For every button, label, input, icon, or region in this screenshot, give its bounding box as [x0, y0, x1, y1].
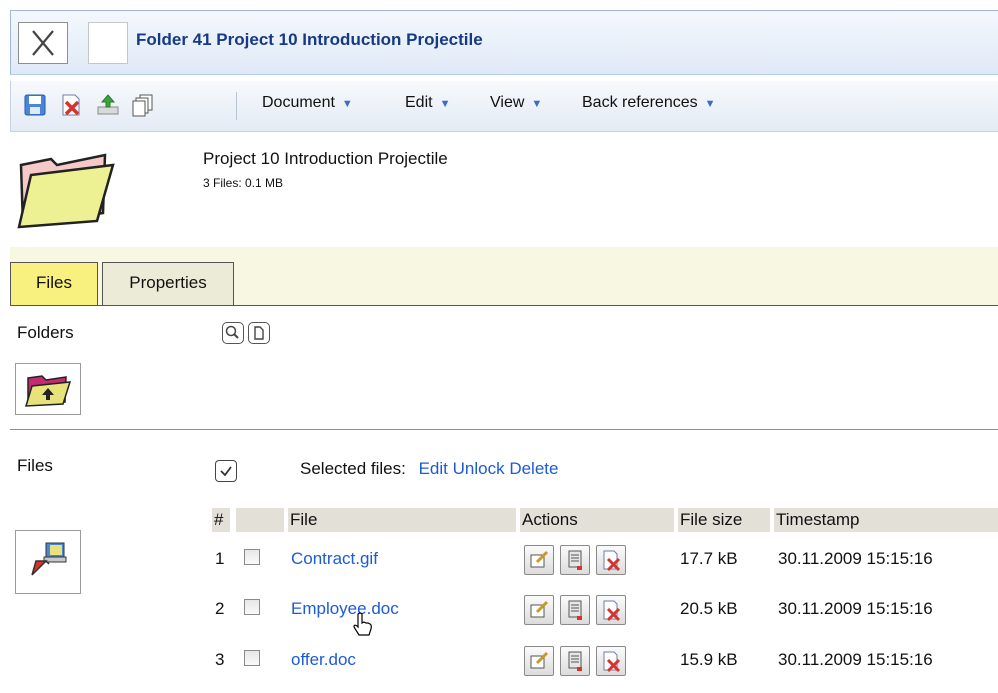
selected-files-bar: Selected files: Edit Unlock Delete — [300, 459, 558, 479]
delete-icon — [603, 550, 621, 572]
menu-view[interactable]: View ▼ — [490, 94, 542, 112]
file-timestamp: 30.11.2009 15:15:16 — [778, 599, 933, 618]
delete-button[interactable] — [58, 92, 84, 118]
row-checkbox[interactable] — [244, 650, 260, 666]
select-all-toggle[interactable] — [215, 460, 237, 482]
chevron-down-icon: ▼ — [439, 98, 451, 110]
menu-view-label: View — [490, 94, 525, 111]
edit-selected-link[interactable]: Edit — [419, 459, 448, 478]
upload-button[interactable] — [95, 92, 121, 118]
delete-file-button[interactable] — [596, 545, 626, 575]
edit-file-button[interactable] — [524, 545, 554, 575]
save-icon — [24, 94, 46, 116]
history-icon — [568, 550, 582, 570]
delete-selected-link[interactable]: Delete — [509, 459, 558, 478]
file-size: 15.9 kB — [680, 650, 738, 669]
column-header-file-size[interactable]: File size — [678, 508, 770, 532]
menu-document-label: Document — [262, 94, 335, 111]
unlock-selected-link[interactable]: Unlock — [453, 459, 505, 478]
upload-icon — [97, 94, 119, 115]
edit-icon — [530, 600, 549, 618]
menu-back-references[interactable]: Back references ▼ — [582, 94, 716, 112]
search-icon — [225, 325, 239, 339]
selected-files-label: Selected files: — [300, 459, 406, 478]
file-size: 17.7 kB — [680, 549, 738, 568]
edit-file-button[interactable] — [524, 646, 554, 676]
new-folder-button[interactable] — [248, 322, 270, 344]
history-file-button[interactable] — [560, 646, 590, 676]
search-folder-button[interactable] — [222, 322, 244, 344]
delete-file-button[interactable] — [596, 646, 626, 676]
folder-up-icon — [24, 375, 72, 407]
row-number: 1 — [215, 549, 225, 568]
edit-icon — [530, 651, 549, 669]
tab-underline — [10, 305, 998, 306]
file-size: 20.5 kB — [680, 599, 738, 618]
menu-document[interactable]: Document ▼ — [262, 94, 353, 112]
file-link[interactable]: offer.doc — [291, 650, 356, 670]
copy-icon — [132, 94, 153, 117]
row-checkbox[interactable] — [244, 599, 260, 615]
copy-button[interactable] — [130, 92, 156, 118]
delete-icon — [603, 600, 621, 622]
title-blank-box — [88, 22, 128, 64]
file-link[interactable]: Employee.doc — [291, 599, 399, 619]
file-link[interactable]: Contract.gif — [291, 549, 378, 569]
edit-file-button[interactable] — [524, 595, 554, 625]
menu-back-references-label: Back references — [582, 94, 698, 111]
hand-cursor-icon — [352, 612, 374, 643]
menu-edit-label: Edit — [405, 94, 433, 111]
chevron-down-icon: ▼ — [531, 98, 543, 110]
delete-icon — [603, 651, 621, 673]
history-icon — [568, 651, 582, 671]
file-timestamp: 30.11.2009 15:15:16 — [778, 650, 933, 669]
column-header-file[interactable]: File — [288, 508, 516, 532]
history-file-button[interactable] — [560, 545, 590, 575]
folders-label: Folders — [17, 323, 74, 342]
history-icon — [568, 600, 582, 620]
column-header-number: # — [212, 508, 230, 532]
files-label: Files — [17, 456, 53, 475]
folder-meta: 3 Files: 0.1 MB — [203, 176, 284, 190]
section-divider — [10, 429, 998, 430]
edit-icon — [530, 550, 549, 568]
column-header-checkbox — [236, 508, 284, 532]
tab-files[interactable]: Files — [10, 262, 98, 306]
folder-name: Project 10 Introduction Projectile — [203, 149, 448, 168]
parent-folder-button[interactable] — [15, 363, 81, 415]
row-number: 2 — [215, 599, 225, 618]
chevron-down-icon: ▼ — [704, 98, 716, 110]
row-number: 3 — [215, 650, 225, 669]
new-document-icon — [254, 326, 264, 340]
column-header-timestamp[interactable]: Timestamp — [774, 508, 998, 532]
chevron-down-icon: ▼ — [341, 98, 353, 110]
delete-file-button[interactable] — [596, 595, 626, 625]
column-header-actions: Actions — [520, 508, 674, 532]
menu-edit[interactable]: Edit ▼ — [405, 94, 450, 112]
check-icon — [220, 466, 232, 477]
row-checkbox[interactable] — [244, 549, 260, 565]
folder-large-icon — [17, 143, 115, 233]
file-timestamp: 30.11.2009 15:15:16 — [778, 549, 933, 568]
toolbar-separator — [236, 92, 237, 120]
save-button[interactable] — [22, 92, 48, 118]
history-file-button[interactable] — [560, 595, 590, 625]
delete-icon — [62, 94, 80, 116]
tab-properties[interactable]: Properties — [102, 262, 234, 306]
close-icon — [32, 30, 54, 56]
close-button[interactable] — [18, 22, 68, 64]
window-title: Folder 41 Project 10 Introduction Projec… — [136, 30, 483, 49]
